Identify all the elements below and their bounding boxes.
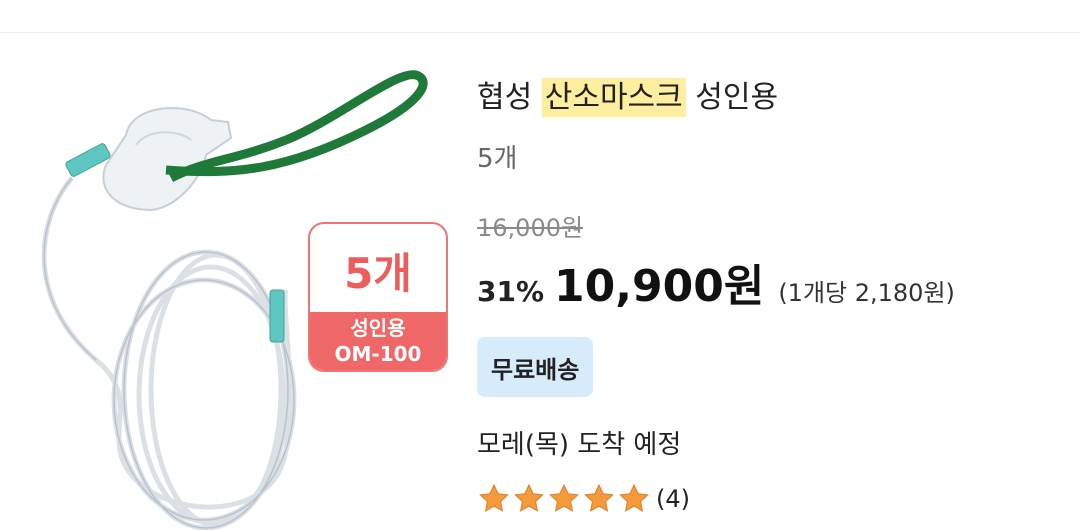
badge-type: 성인용 bbox=[350, 316, 406, 340]
original-price: 16,000원 bbox=[477, 214, 584, 242]
badge-model-box: 성인용 OM-100 bbox=[310, 312, 446, 370]
star-icon bbox=[619, 483, 649, 512]
price-row: 31% 10,900원 (1개당 2,180원) bbox=[477, 250, 955, 314]
product-quantity: 5개 bbox=[477, 144, 518, 174]
rating-row[interactable]: (4) bbox=[477, 482, 690, 516]
star-icon bbox=[549, 483, 579, 512]
product-image-badge: 5개 성인용 OM-100 bbox=[308, 222, 448, 372]
star-icon bbox=[584, 483, 614, 512]
star-icon bbox=[514, 483, 544, 512]
title-highlight: 산소마스크 bbox=[541, 78, 686, 117]
star-rating bbox=[477, 482, 652, 516]
free-shipping-badge: 무료배송 bbox=[477, 337, 594, 397]
discount-rate: 31% bbox=[477, 275, 545, 308]
badge-quantity: 5개 bbox=[344, 248, 412, 298]
star-icon bbox=[479, 483, 509, 512]
product-title[interactable]: 협성 산소마스크 성인용 bbox=[477, 72, 779, 117]
sale-price: 10,900원 bbox=[554, 261, 765, 312]
unit-price: (1개당 2,180원) bbox=[778, 279, 955, 307]
title-suffix: 성인용 bbox=[695, 80, 779, 115]
top-divider bbox=[0, 32, 1080, 33]
title-prefix: 협성 bbox=[477, 80, 533, 115]
delivery-estimate: 모레(목) 도착 예정 bbox=[477, 430, 682, 460]
review-count: (4) bbox=[656, 485, 690, 513]
badge-model: OM-100 bbox=[334, 342, 422, 366]
